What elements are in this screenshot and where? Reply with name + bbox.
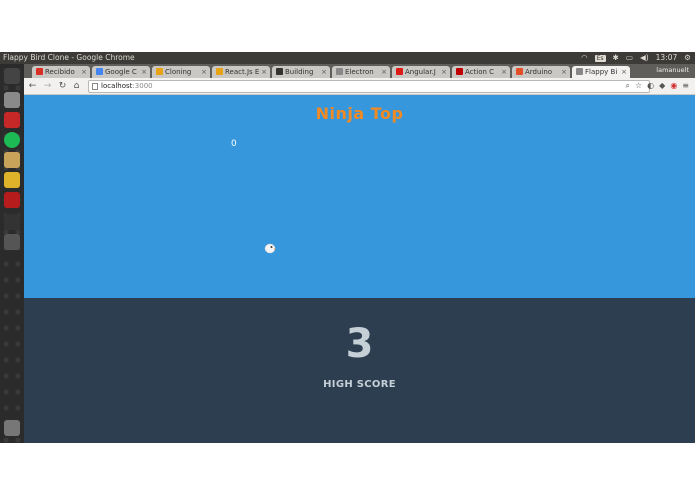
reload-icon[interactable]: ↻ [57, 80, 68, 92]
tab-label: Flappy Bi [585, 68, 618, 76]
bluetooth-icon[interactable]: ✱ [613, 52, 619, 64]
arduino-icon [516, 68, 523, 75]
tab-label: Angular.J [405, 68, 436, 76]
sublime-icon[interactable] [4, 234, 20, 250]
browser-tab[interactable]: Angular.J × [392, 66, 450, 78]
browser-tab[interactable]: Recibido × [32, 66, 90, 78]
settings-gear-icon[interactable]: ⚙ [684, 52, 691, 64]
browser-tab[interactable]: Arduino × [512, 66, 570, 78]
game-canvas[interactable]: Ninja Top 0 [24, 95, 695, 298]
url-host: localhost [101, 82, 133, 90]
zoom-icon[interactable]: ⌕ [626, 80, 630, 92]
browser-tab[interactable]: Cloning × [152, 66, 210, 78]
page-icon [276, 68, 283, 75]
tab-close-icon[interactable]: × [81, 66, 87, 78]
tab-close-icon[interactable]: × [441, 66, 447, 78]
tab-label: React.Js E [225, 68, 260, 76]
high-score-value: 3 [345, 321, 374, 367]
browser-tab[interactable]: Electron × [332, 66, 390, 78]
extension-shield-icon[interactable]: ◆ [659, 80, 665, 92]
score-panel: 3 HIGH SCORE [24, 298, 695, 443]
tab-close-icon[interactable]: × [381, 66, 387, 78]
terminal-icon[interactable] [4, 214, 20, 230]
browser-toolbar: ← → ↻ ⌂ localhost:3000 ⌕ ☆ ◐ ◆ ◉ ≡ [24, 78, 695, 95]
google-icon [96, 68, 103, 75]
bird-sprite [264, 243, 276, 254]
home-icon[interactable]: ⌂ [71, 80, 82, 92]
url-port: :3000 [132, 82, 153, 90]
tab-close-icon[interactable]: × [501, 66, 507, 78]
folder-icon[interactable] [4, 152, 20, 168]
browser-tab[interactable]: Action C × [452, 66, 510, 78]
tab-label: Electron [345, 68, 374, 76]
doc-icon [216, 68, 223, 75]
browser-tab[interactable]: Google C × [92, 66, 150, 78]
doc-icon [156, 68, 163, 75]
trash-icon[interactable] [4, 420, 20, 436]
volume-icon[interactable]: ◀) [640, 52, 649, 64]
dash-icon[interactable] [4, 68, 20, 84]
launcher [0, 64, 24, 443]
action-icon [456, 68, 463, 75]
game-title: Ninja Top [315, 104, 404, 123]
clock[interactable]: 13:07 [656, 52, 678, 64]
tab-label: Google C [105, 68, 137, 76]
page-icon [576, 68, 583, 75]
window-title: Flappy Bird Clone - Google Chrome [3, 53, 135, 62]
tab-close-icon[interactable]: × [621, 66, 627, 78]
page-icon [336, 68, 343, 75]
high-score-label: HIGH SCORE [323, 379, 396, 390]
tab-label: Arduino [525, 68, 553, 76]
extension-icon[interactable]: ◐ [647, 80, 654, 92]
browser-tab[interactable]: React.Js E × [212, 66, 270, 78]
chrome-icon[interactable] [4, 172, 20, 188]
page-icon [92, 83, 98, 90]
tab-close-icon[interactable]: × [321, 66, 327, 78]
gmail-icon [36, 68, 43, 75]
tab-close-icon[interactable]: × [141, 66, 147, 78]
profile-name[interactable]: lamanuelt [656, 66, 689, 74]
tab-close-icon[interactable]: × [261, 66, 267, 78]
tab-close-icon[interactable]: × [561, 66, 567, 78]
files-icon[interactable] [4, 92, 20, 108]
keyboard-layout-indicator[interactable]: Es [594, 54, 606, 62]
tab-strip: lamanuelt Recibido × Google C × Cloning × Reac… [24, 64, 695, 78]
wifi-icon[interactable]: ◠ [581, 52, 588, 64]
browser-tab[interactable]: Building × [272, 66, 330, 78]
forward-icon[interactable]: → [42, 80, 53, 92]
opera-extension-icon[interactable]: ◉ [670, 80, 677, 92]
tab-label: Action C [465, 68, 495, 76]
address-bar[interactable]: localhost:3000 [88, 80, 650, 93]
back-icon[interactable]: ← [27, 80, 38, 92]
tab-label: Recibido [45, 68, 75, 76]
spotify-icon[interactable] [4, 132, 20, 148]
tab-label: Building [285, 68, 314, 76]
system-tray: ◠ Es ✱ ▭ ◀) 13:07 ⚙ [581, 52, 691, 64]
current-score: 0 [231, 139, 237, 149]
browser-tab[interactable]: Flappy Bi × [572, 66, 630, 78]
tab-close-icon[interactable]: × [201, 66, 207, 78]
pdf-icon[interactable] [4, 112, 20, 128]
filezilla-icon[interactable] [4, 192, 20, 208]
system-top-bar: Flappy Bird Clone - Google Chrome ◠ Es ✱… [0, 52, 695, 64]
bookmark-star-icon[interactable]: ☆ [635, 80, 642, 92]
angular-icon [396, 68, 403, 75]
menu-icon[interactable]: ≡ [682, 80, 689, 92]
toolbar-icons: ⌕ ☆ ◐ ◆ ◉ ≡ [626, 80, 689, 92]
battery-icon[interactable]: ▭ [626, 52, 633, 64]
tab-label: Cloning [165, 68, 192, 76]
